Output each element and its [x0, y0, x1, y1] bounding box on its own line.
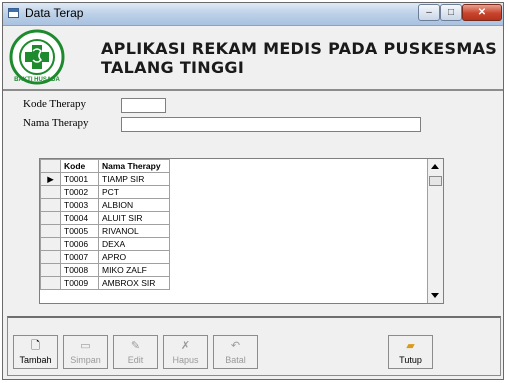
tutup-label: Tutup — [399, 355, 422, 365]
table-row[interactable]: ▶ T0001 TIAMP SIR — [40, 172, 170, 186]
minimize-button[interactable]: – — [418, 4, 440, 21]
edit-label: Edit — [127, 355, 144, 365]
scroll-thumb[interactable] — [429, 176, 442, 186]
cell-kode[interactable]: T0002 — [60, 185, 99, 199]
cell-nama-therapy[interactable]: AMBROX SIR — [98, 276, 170, 290]
row-selector[interactable] — [40, 263, 61, 277]
app-title: APLIKASI REKAM MEDIS PADA PUSKESMAS TALA… — [101, 39, 497, 77]
cell-nama-therapy[interactable]: MIKO ZALF — [98, 263, 170, 277]
edit-button[interactable]: ✎ Edit — [113, 335, 158, 369]
table-row[interactable]: T0009 AMBROX SIR — [40, 276, 170, 290]
table-row[interactable]: T0003 ALBION — [40, 198, 170, 212]
cell-nama-therapy[interactable]: PCT — [98, 185, 170, 199]
cell-kode[interactable]: T0001 — [60, 172, 99, 186]
therapy-data-grid[interactable]: Kode Nama Therapy ▶ T0001 TIAMP SIR T000… — [39, 158, 444, 304]
table-row[interactable]: T0008 MIKO ZALF — [40, 263, 170, 277]
edit-icon: ✎ — [130, 340, 141, 352]
window-icon — [8, 8, 19, 18]
table-row[interactable]: T0006 DEXA — [40, 237, 170, 251]
scroll-down-arrow-icon[interactable] — [431, 293, 439, 298]
row-selector[interactable] — [40, 237, 61, 251]
row-selector[interactable] — [40, 276, 61, 290]
nama-therapy-input[interactable] — [121, 117, 421, 132]
row-selector[interactable] — [40, 198, 61, 212]
table-row[interactable]: T0004 ALUIT SIR — [40, 211, 170, 225]
row-selector[interactable] — [40, 250, 61, 264]
new-document-icon: 🗋 — [31, 340, 40, 352]
row-selector[interactable] — [40, 211, 61, 225]
cell-kode[interactable]: T0003 — [60, 198, 99, 212]
delete-icon: ✗ — [180, 340, 191, 352]
cell-kode[interactable]: T0008 — [60, 263, 99, 277]
grid-corner-cell — [40, 159, 61, 173]
tutup-button[interactable]: ▰ Tutup — [388, 335, 433, 369]
svg-text:BAKTI HUSADA: BAKTI HUSADA — [14, 77, 60, 83]
button-bar: 🗋 Tambah ▭ Simpan ✎ Edit ✗ Hapus ↶ Batal… — [7, 316, 501, 376]
simpan-button[interactable]: ▭ Simpan — [63, 335, 108, 369]
row-selector[interactable] — [40, 224, 61, 238]
data-terap-window: Data Terap – □ ✕ BAKTI HUSADA APLIKASI R… — [2, 2, 504, 380]
cell-kode[interactable]: T0006 — [60, 237, 99, 251]
kode-therapy-label: Kode Therapy — [23, 98, 87, 110]
batal-button[interactable]: ↶ Batal — [213, 335, 258, 369]
folder-close-icon: ▰ — [406, 340, 415, 352]
row-selector[interactable] — [40, 185, 61, 199]
cell-kode[interactable]: T0004 — [60, 211, 99, 225]
window-title: Data Terap — [25, 6, 84, 20]
hapus-label: Hapus — [172, 355, 199, 365]
close-button[interactable]: ✕ — [462, 4, 502, 21]
cell-kode[interactable]: T0009 — [60, 276, 99, 290]
batal-label: Batal — [225, 355, 246, 365]
grid-header-row: Kode Nama Therapy — [40, 159, 170, 173]
column-header-kode[interactable]: Kode — [60, 159, 99, 173]
cell-kode[interactable]: T0005 — [60, 224, 99, 238]
table-row[interactable]: T0005 RIVANOL — [40, 224, 170, 238]
app-title-line1: APLIKASI REKAM MEDIS PADA PUSKESMAS — [101, 39, 498, 58]
kode-therapy-input[interactable] — [121, 98, 166, 113]
nama-therapy-label: Nama Therapy — [23, 117, 89, 129]
undo-icon: ↶ — [230, 340, 241, 352]
cell-kode[interactable]: T0007 — [60, 250, 99, 264]
bakti-husada-logo: BAKTI HUSADA — [9, 29, 65, 85]
hapus-button[interactable]: ✗ Hapus — [163, 335, 208, 369]
row-selector-current-icon[interactable]: ▶ — [40, 172, 61, 186]
table-row[interactable]: T0002 PCT — [40, 185, 170, 199]
floppy-disk-icon: ▭ — [80, 340, 91, 352]
grid-vertical-scrollbar[interactable] — [427, 159, 443, 303]
cell-nama-therapy[interactable]: ALBION — [98, 198, 170, 212]
cell-nama-therapy[interactable]: RIVANOL — [98, 224, 170, 238]
maximize-button[interactable]: □ — [440, 4, 462, 21]
simpan-label: Simpan — [70, 355, 101, 365]
column-header-nama-therapy[interactable]: Nama Therapy — [98, 159, 170, 173]
cell-nama-therapy[interactable]: TIAMP SIR — [98, 172, 170, 186]
tambah-label: Tambah — [19, 355, 52, 365]
app-header: BAKTI HUSADA APLIKASI REKAM MEDIS PADA P… — [3, 26, 503, 88]
cell-nama-therapy[interactable]: APRO — [98, 250, 170, 264]
app-title-line2: TALANG TINGGI — [101, 58, 245, 77]
title-bar[interactable]: Data Terap – □ ✕ — [3, 3, 503, 26]
table-row[interactable]: T0007 APRO — [40, 250, 170, 264]
tambah-button[interactable]: 🗋 Tambah — [13, 335, 58, 369]
scroll-up-arrow-icon[interactable] — [431, 164, 439, 169]
cell-nama-therapy[interactable]: DEXA — [98, 237, 170, 251]
header-divider — [3, 89, 503, 91]
cell-nama-therapy[interactable]: ALUIT SIR — [98, 211, 170, 225]
